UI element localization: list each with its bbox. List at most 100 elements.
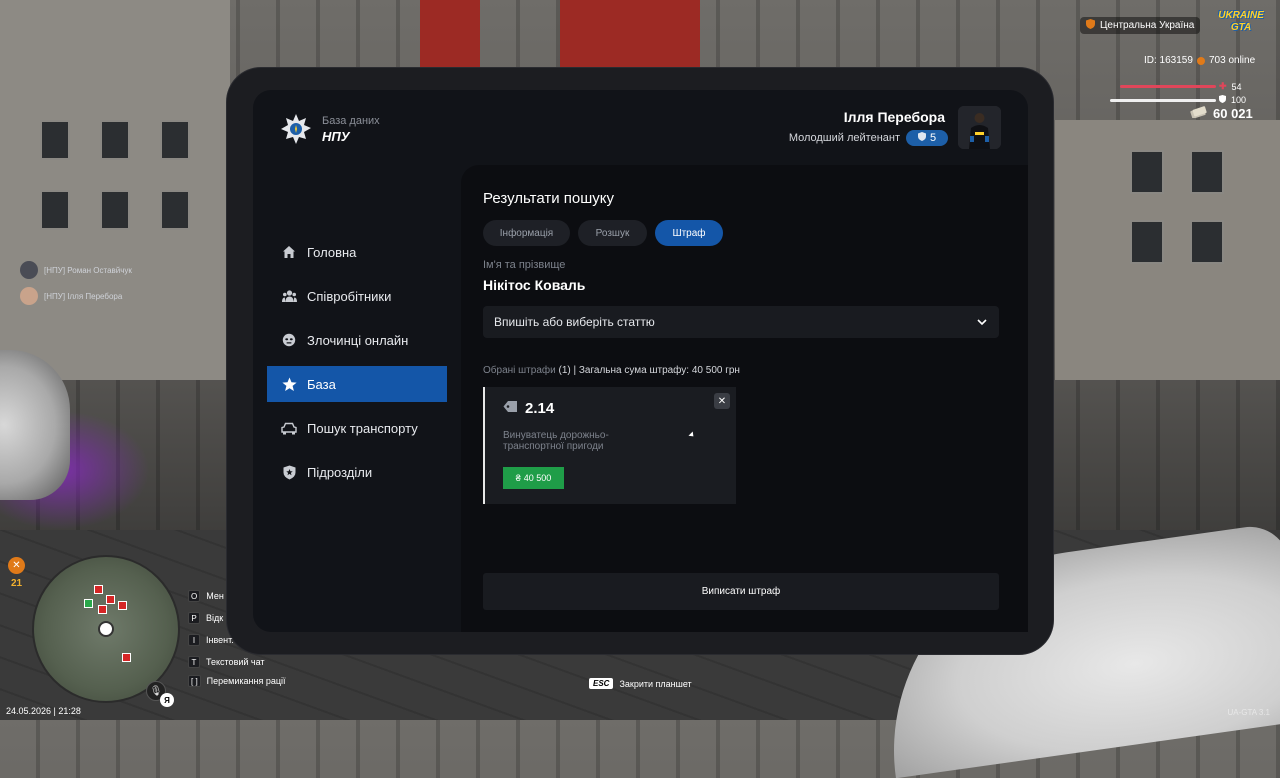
map-marker-icon: [98, 605, 107, 614]
fine-amount: 40 500: [523, 473, 552, 483]
sidebar-item-label: Злочинці онлайн: [307, 332, 409, 348]
shield-icon: [281, 464, 297, 480]
user-avatar[interactable]: [958, 106, 1001, 149]
watermark: UA-GTA 3.1: [1227, 708, 1270, 717]
people-icon: [281, 288, 297, 304]
keybind-label: Інвент.: [206, 635, 234, 645]
server-logo-line2: GTA: [1230, 22, 1252, 33]
keybind-row: T Текстовий чат: [188, 656, 265, 668]
keybind-label: Перемикання рації: [206, 676, 286, 686]
keybind-row: P Відк: [188, 612, 223, 624]
tab-information[interactable]: Інформація: [483, 220, 570, 246]
map-marker-icon: [94, 585, 103, 594]
health-bar: [1120, 85, 1216, 88]
rank-badge: 5: [906, 130, 948, 146]
chat-avatar: [20, 287, 38, 305]
health-value-row: ✚ 54: [1219, 81, 1242, 92]
chat-text: [НПУ] Ілля Перебора: [44, 291, 123, 301]
name-value: Нікітос Коваль: [483, 277, 586, 293]
name-label: Ім'я та прізвище: [483, 259, 566, 271]
fine-code: 2.14: [525, 400, 555, 417]
health-value: 54: [1231, 81, 1242, 92]
map-marker-icon: [106, 595, 115, 604]
region-indicator: Центральна Україна: [1080, 17, 1201, 34]
summary-total: (1) | Загальна сума штрафу: 40 500 грн: [558, 365, 740, 376]
issue-fine-button[interactable]: Виписати штраф: [483, 573, 999, 610]
remove-fine-button[interactable]: ✕: [714, 393, 730, 409]
player-id: ID: 163159: [1144, 55, 1193, 66]
background-buildings-right: [1055, 120, 1280, 380]
keybind-key: O: [188, 590, 201, 602]
summary-label: Обрані штрафи: [483, 365, 556, 376]
keybind-key: T: [188, 656, 200, 668]
sidebar-item-database[interactable]: База: [267, 366, 447, 402]
star-icon: [281, 376, 297, 392]
chevron-down-icon: [977, 315, 987, 329]
health-cross-icon: ✚: [1219, 81, 1227, 91]
money-display: 60 021: [1190, 106, 1253, 121]
money-stack-icon: [1190, 106, 1207, 121]
rank-level: 5: [929, 132, 937, 144]
armor-value: 100: [1231, 95, 1247, 105]
region-name: Центральна Україна: [1100, 20, 1195, 31]
sidebar-item-label: Головна: [307, 244, 357, 260]
police-emblem-icon: [280, 113, 312, 145]
article-select-placeholder: Впишіть або виберіть статтю: [494, 315, 655, 329]
tab-fine[interactable]: Штраф: [655, 220, 723, 246]
map-marker-icon: [122, 653, 131, 662]
chat-message: [НПУ] Ілля Перебора: [20, 287, 122, 305]
fine-code-row: 2.14: [503, 400, 554, 417]
online-count-value: 703 online: [1209, 55, 1256, 66]
sidebar-item-label: Пошук транспорту: [307, 420, 418, 436]
sidebar-item-criminals-online[interactable]: Злочинці онлайн: [267, 322, 447, 358]
keybind-label: Текстовий чат: [206, 657, 265, 667]
fine-amount-badge: ₴ 40 500: [503, 467, 564, 489]
car-icon: [281, 420, 297, 436]
online-count: 703 online: [1197, 55, 1255, 66]
fine-description: Винуватець дорожньо-транспортної пригоди: [503, 430, 609, 452]
rank-shield-icon: [917, 132, 926, 144]
server-logo: UKRAINE GTA: [1213, 10, 1269, 40]
keybind-row: O Мен: [188, 590, 224, 602]
map-marker-green-icon: [84, 599, 93, 608]
hryvnia-icon: ₴: [515, 473, 521, 483]
close-icon: ✕: [717, 395, 727, 407]
keybind-key: I: [188, 634, 200, 646]
map-marker-icon: [118, 601, 127, 610]
sidebar-item-units[interactable]: Підрозділи: [267, 454, 447, 490]
tab-wanted[interactable]: Розшук: [578, 220, 647, 246]
fines-summary: Обрані штрафи (1) | Загальна сума штрафу…: [483, 365, 740, 376]
logo-subtitle: База даних: [322, 115, 380, 127]
selected-fine-card: 2.14 Винуватець дорожньо-транспортної пр…: [483, 387, 736, 504]
keybind-row: I Інвент.: [188, 634, 234, 646]
close-tablet-hint: ESC Закрити планшет: [589, 678, 692, 689]
esc-key: ESC: [589, 678, 614, 689]
sidebar-item-employees[interactable]: Співробітники: [267, 278, 447, 314]
chat-text: [НПУ] Роман Оставйчук: [44, 265, 132, 275]
hunger-icon: ✕: [8, 557, 25, 574]
keybind-label: Відк: [206, 613, 224, 623]
chat-avatar: [20, 261, 38, 279]
keybind-row: [ ] Перемикання рації: [188, 675, 286, 687]
sidebar-item-label: База: [307, 376, 336, 392]
esc-label: Закрити планшет: [619, 678, 692, 689]
armor-bar: [1110, 99, 1216, 102]
user-name: Ілля Перебора: [843, 109, 945, 125]
home-icon: [281, 244, 297, 260]
keyboard-language: Я: [160, 693, 174, 707]
logo-title: НПУ: [322, 129, 350, 144]
sidebar-item-label: Співробітники: [307, 288, 392, 304]
date-time: 24.05.2026 | 21:28: [6, 706, 81, 716]
tag-icon: [503, 400, 518, 417]
sidebar-item-home[interactable]: Головна: [267, 234, 447, 270]
keybind-key: P: [188, 612, 200, 624]
sidebar-item-vehicle-search[interactable]: Пошук транспорту: [267, 410, 447, 446]
sidebar-item-label: Підрозділи: [307, 464, 373, 480]
server-logo-line1: UKRAINE: [1218, 10, 1264, 21]
chat-message: [НПУ] Роман Оставйчук: [20, 261, 132, 279]
hunger-value: 21: [11, 578, 23, 589]
armor-shield-icon: [1219, 95, 1226, 105]
keybind-key: [ ]: [188, 675, 201, 687]
article-select[interactable]: Впишіть або виберіть статтю: [483, 306, 999, 338]
money-value: 60 021: [1213, 106, 1253, 121]
